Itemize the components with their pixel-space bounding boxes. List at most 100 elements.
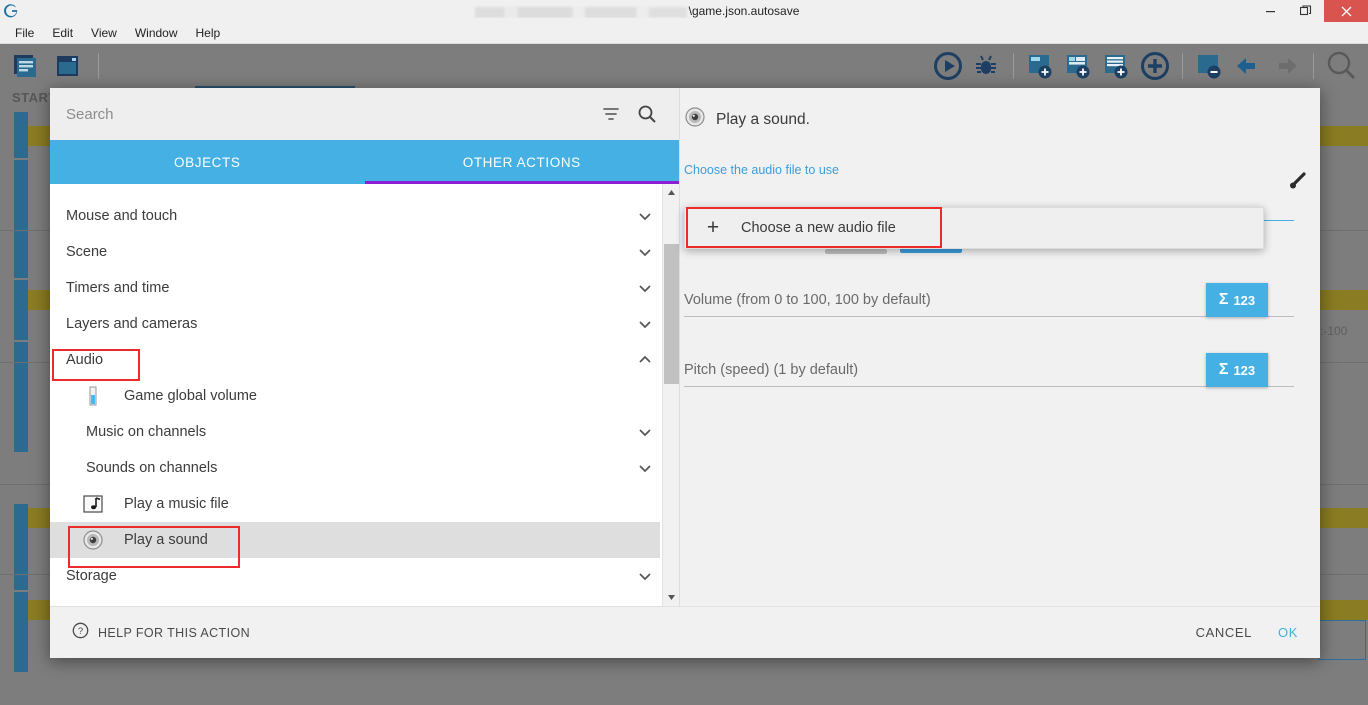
expression-number-label: 123: [1233, 292, 1256, 308]
toolbar-left-group: [0, 49, 105, 83]
menu-help[interactable]: Help: [187, 24, 230, 42]
plus-circle-icon[interactable]: [1138, 49, 1172, 83]
pitch-expression-button[interactable]: Σ 123: [1206, 353, 1268, 387]
bug-icon[interactable]: [969, 49, 1003, 83]
tree-item-play-a-sound[interactable]: Play a sound: [50, 522, 660, 558]
chevron-down-icon[interactable]: [627, 184, 663, 198]
chevron-up-icon[interactable]: [627, 342, 663, 378]
tree-label: Storage: [66, 568, 117, 584]
filter-icon[interactable]: [593, 96, 629, 132]
action-parameters-pane: Play a sound. Choose the audio file to u…: [680, 88, 1320, 606]
action-tree-scrollbar[interactable]: [662, 184, 679, 606]
toolbar-separator: [98, 53, 99, 79]
remove-event-icon[interactable]: [1193, 49, 1227, 83]
dialog-footer-actions: CANCEL OK: [1196, 625, 1298, 640]
restore-button[interactable]: [1288, 0, 1324, 22]
search-input[interactable]: [64, 104, 593, 124]
volume-expression-button[interactable]: Σ 123: [1206, 283, 1268, 317]
tree-group-timers-and-time[interactable]: Timers and time: [50, 270, 660, 306]
sigma-icon: Σ: [1218, 291, 1229, 308]
scene-editor-icon[interactable]: [50, 49, 84, 83]
toolbar-separator-4: [1313, 53, 1314, 79]
cancel-button[interactable]: CANCEL: [1196, 625, 1252, 640]
magnifier-icon[interactable]: [629, 96, 665, 132]
tree-item-game-global-volume[interactable]: Game global volume: [50, 378, 660, 414]
scroll-down-arrow-icon[interactable]: [663, 589, 679, 606]
tree-group-scene[interactable]: Scene: [50, 234, 660, 270]
brush-icon[interactable]: [1282, 167, 1312, 197]
speaker-icon: [80, 527, 106, 553]
scrollbar-thumb[interactable]: [664, 244, 679, 384]
tree-item-play-a-music-file[interactable]: Play a music file: [50, 486, 660, 522]
menu-edit[interactable]: Edit: [43, 24, 82, 42]
tree-label: Mouse and touch: [66, 208, 178, 224]
ghost-button-left[interactable]: [825, 249, 887, 254]
help-for-this-action-button[interactable]: ? HELP FOR THIS ACTION: [72, 622, 250, 644]
event-gutter: [14, 112, 28, 158]
tree-group-audio[interactable]: Audio: [50, 342, 660, 378]
action-list-pane: OBJECTS OTHER ACTIONS Variables: [50, 88, 680, 606]
sigma-icon: Σ: [1218, 361, 1229, 378]
tree-group-storage[interactable]: Storage: [50, 558, 660, 594]
tree-label: Play a sound: [124, 532, 208, 548]
menu-view[interactable]: View: [82, 24, 126, 42]
tree-label: Variables: [66, 184, 125, 188]
tab-objects-label: OBJECTS: [174, 154, 241, 170]
music-note-icon: [80, 491, 106, 517]
undo-arrow-icon[interactable]: [1231, 49, 1265, 83]
event-expression-text: ):-100: [1316, 324, 1348, 338]
tree-group-variables[interactable]: Variables: [50, 184, 660, 198]
title-blurred-path: [474, 6, 687, 18]
tree-group-layers-and-cameras[interactable]: Layers and cameras: [50, 306, 660, 342]
chevron-down-icon[interactable]: [627, 234, 663, 270]
add-external-events-icon[interactable]: [1100, 49, 1134, 83]
audio-file-label: Choose the audio file to use: [684, 163, 839, 177]
tree-group-mouse-and-touch[interactable]: Mouse and touch: [50, 198, 660, 234]
window-title: \game.json.autosave: [22, 4, 1252, 18]
tree-label: Scene: [66, 244, 108, 260]
event-gutter: [14, 280, 28, 340]
close-button[interactable]: [1324, 0, 1368, 22]
volume-slider-icon: [80, 383, 106, 409]
audio-file-dropdown: + Choose a new audio file: [684, 207, 1264, 249]
tree-label: Play a music file: [124, 496, 229, 512]
tree-label: Timers and time: [66, 280, 170, 296]
chevron-down-icon[interactable]: [627, 306, 663, 342]
chevron-down-icon[interactable]: [627, 270, 663, 306]
tree-group-music-on-channels[interactable]: Music on channels: [50, 414, 660, 450]
tree-label: Audio: [66, 352, 104, 368]
action-tree: Variables Mouse and touch: [50, 184, 679, 606]
chevron-down-icon[interactable]: [627, 558, 663, 594]
redo-arrow-icon[interactable]: [1269, 49, 1303, 83]
project-manager-icon[interactable]: [8, 49, 42, 83]
plus-icon: +: [706, 216, 720, 239]
magnifier-icon[interactable]: [1324, 49, 1358, 83]
volume-label: Volume (from 0 to 100, 100 by default): [684, 292, 931, 308]
menu-window[interactable]: Window: [126, 24, 187, 42]
dialog-body: OBJECTS OTHER ACTIONS Variables: [50, 88, 1320, 606]
menu-file[interactable]: File: [6, 24, 43, 42]
chevron-down-icon[interactable]: [627, 198, 663, 234]
tree-label: Music on channels: [86, 424, 207, 440]
action-tree-list: Variables Mouse and touch: [50, 184, 660, 594]
expression-number-label: 123: [1233, 362, 1256, 378]
tree-group-sounds-on-channels[interactable]: Sounds on channels: [50, 450, 660, 486]
title-filename: \game.json.autosave: [688, 4, 800, 18]
choose-new-audio-file-item[interactable]: + Choose a new audio file: [685, 208, 1263, 248]
minimize-button[interactable]: [1252, 0, 1288, 22]
chevron-down-icon[interactable]: [627, 414, 663, 450]
add-scene-icon[interactable]: [1024, 49, 1058, 83]
chevron-down-icon[interactable]: [627, 450, 663, 486]
help-label: HELP FOR THIS ACTION: [98, 625, 251, 640]
tab-other-actions[interactable]: OTHER ACTIONS: [365, 140, 680, 184]
add-external-layout-icon[interactable]: [1062, 49, 1096, 83]
scroll-up-arrow-icon[interactable]: [663, 184, 679, 201]
main-toolbar: [0, 44, 1368, 88]
app-window: \game.json.autosave File Edit View Windo…: [0, 0, 1368, 705]
speaker-icon: [684, 106, 706, 133]
ok-button[interactable]: OK: [1278, 625, 1298, 640]
event-gutter: [14, 342, 28, 452]
action-header: Play a sound.: [680, 106, 1294, 133]
play-icon[interactable]: [931, 49, 965, 83]
tab-objects[interactable]: OBJECTS: [50, 140, 365, 184]
